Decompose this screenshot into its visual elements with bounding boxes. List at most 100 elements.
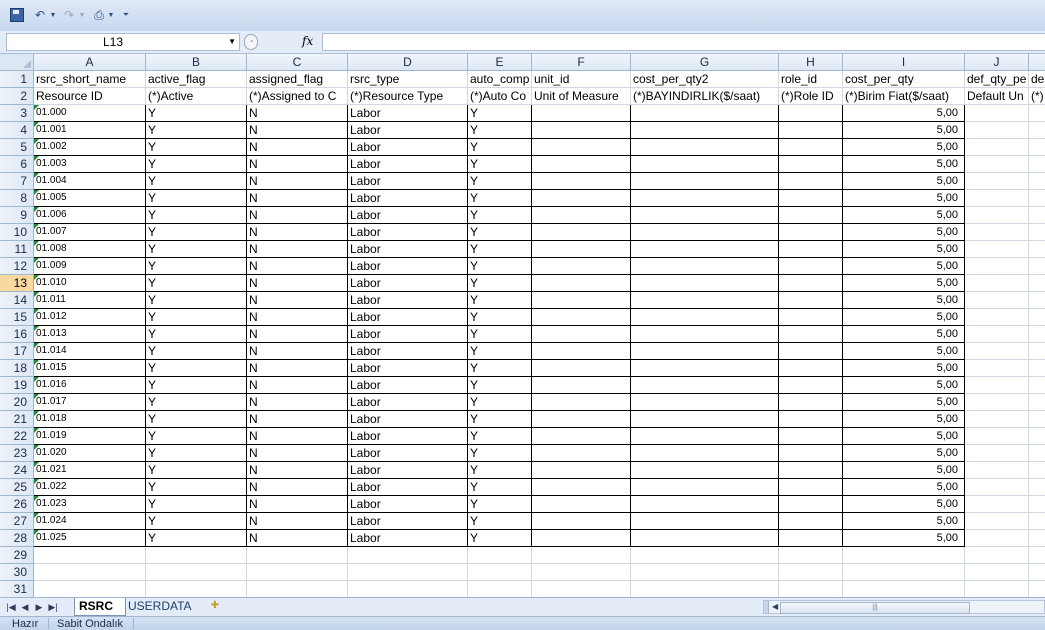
cell[interactable] [532, 122, 631, 139]
cell[interactable] [779, 326, 843, 343]
cell[interactable]: Y [468, 411, 532, 428]
cell[interactable] [631, 207, 779, 224]
cell[interactable] [1029, 496, 1045, 513]
cost-cell[interactable]: 5,00 [843, 445, 965, 462]
tab-rsrc[interactable]: RSRC [74, 598, 126, 616]
cell[interactable]: Labor [348, 224, 468, 241]
cell[interactable] [631, 309, 779, 326]
cell[interactable] [532, 224, 631, 241]
cell[interactable]: Labor [348, 139, 468, 156]
cell[interactable] [965, 326, 1029, 343]
cell[interactable] [965, 190, 1029, 207]
header-cell[interactable]: assigned_flag [247, 71, 348, 88]
row-header[interactable]: 9 [0, 207, 34, 224]
cost-cell[interactable]: 5,00 [843, 207, 965, 224]
cell[interactable] [348, 564, 468, 581]
cell[interactable] [631, 190, 779, 207]
undo-icon[interactable]: ↶ [33, 8, 47, 22]
header-label-cell[interactable]: (*)Role ID [779, 88, 843, 105]
cell[interactable]: Labor [348, 275, 468, 292]
resource-id-cell[interactable]: 01.010 [34, 275, 146, 292]
cell[interactable] [247, 564, 348, 581]
chevron-down-icon[interactable]: ▼ [228, 37, 236, 46]
cell[interactable] [779, 156, 843, 173]
save-icon[interactable] [10, 8, 24, 22]
print-preview-icon[interactable]: ⎙ [92, 8, 106, 22]
cell[interactable]: N [247, 343, 348, 360]
row-header[interactable]: 28 [0, 530, 34, 547]
cell[interactable] [631, 258, 779, 275]
cell[interactable]: N [247, 105, 348, 122]
header-label-cell[interactable]: (*)Active [146, 88, 247, 105]
header-cell[interactable]: rsrc_short_name [34, 71, 146, 88]
cell[interactable] [965, 564, 1029, 581]
cell[interactable] [146, 564, 247, 581]
cell[interactable]: N [247, 377, 348, 394]
resource-id-cell[interactable]: 01.015 [34, 360, 146, 377]
cell[interactable]: Y [146, 377, 247, 394]
cell[interactable]: Y [146, 428, 247, 445]
cell[interactable] [779, 190, 843, 207]
cell[interactable] [1029, 547, 1045, 564]
cell[interactable] [532, 258, 631, 275]
cell[interactable] [1029, 394, 1045, 411]
cell[interactable]: Y [468, 292, 532, 309]
resource-id-cell[interactable]: 01.018 [34, 411, 146, 428]
cost-cell[interactable]: 5,00 [843, 513, 965, 530]
column-header[interactable]: J [965, 54, 1029, 71]
cell[interactable] [1029, 530, 1045, 547]
cell[interactable] [965, 479, 1029, 496]
cell[interactable]: Y [146, 139, 247, 156]
cell[interactable]: Labor [348, 241, 468, 258]
horizontal-scrollbar[interactable]: ◀ ||| [763, 600, 1045, 614]
cell[interactable]: Y [468, 479, 532, 496]
header-label-cell[interactable]: Resource ID [34, 88, 146, 105]
cost-cell[interactable]: 5,00 [843, 241, 965, 258]
cell[interactable] [779, 309, 843, 326]
header-label-cell[interactable]: Unit of Measure [532, 88, 631, 105]
insert-sheet-icon[interactable]: ✚ [204, 600, 226, 613]
cell[interactable] [1029, 411, 1045, 428]
cell[interactable] [631, 547, 779, 564]
formula-input[interactable] [322, 33, 1045, 51]
cell[interactable] [779, 105, 843, 122]
header-cell[interactable]: unit_id [532, 71, 631, 88]
cell[interactable] [631, 343, 779, 360]
row-header[interactable]: 22 [0, 428, 34, 445]
scrollbar-thumb[interactable]: ||| [780, 602, 970, 614]
cell[interactable] [779, 377, 843, 394]
column-header[interactable]: B [146, 54, 247, 71]
cell[interactable]: N [247, 224, 348, 241]
row-header[interactable]: 30 [0, 564, 34, 581]
cost-cell[interactable]: 5,00 [843, 190, 965, 207]
cell[interactable] [532, 496, 631, 513]
cell[interactable]: N [247, 292, 348, 309]
worksheet-grid[interactable]: A B C D E F G H I J 1 rsrc_short_name active_flag ass… [0, 54, 1045, 597]
cell[interactable]: Y [468, 445, 532, 462]
resource-id-cell[interactable]: 01.021 [34, 462, 146, 479]
cell[interactable]: Y [146, 411, 247, 428]
cell[interactable]: N [247, 207, 348, 224]
cell[interactable] [965, 530, 1029, 547]
cell[interactable] [34, 547, 146, 564]
resource-id-cell[interactable]: 01.020 [34, 445, 146, 462]
resource-id-cell[interactable]: 01.023 [34, 496, 146, 513]
select-all-button[interactable] [0, 54, 34, 71]
customize-toolbar-icon[interactable]: ⏷ [122, 8, 130, 22]
resource-id-cell[interactable]: 01.001 [34, 122, 146, 139]
cost-cell[interactable]: 5,00 [843, 462, 965, 479]
resource-id-cell[interactable]: 01.003 [34, 156, 146, 173]
column-header[interactable]: I [843, 54, 965, 71]
cell[interactable] [965, 343, 1029, 360]
cell[interactable] [843, 547, 965, 564]
header-label-cell[interactable]: Default Un [965, 88, 1029, 105]
cell[interactable] [779, 411, 843, 428]
name-box[interactable]: L13 ▼ [6, 33, 240, 51]
cell[interactable] [965, 394, 1029, 411]
cell[interactable] [532, 394, 631, 411]
cost-cell[interactable]: 5,00 [843, 479, 965, 496]
cell[interactable] [631, 564, 779, 581]
resource-id-cell[interactable]: 01.017 [34, 394, 146, 411]
row-header[interactable]: 3 [0, 105, 34, 122]
cell[interactable] [1029, 445, 1045, 462]
